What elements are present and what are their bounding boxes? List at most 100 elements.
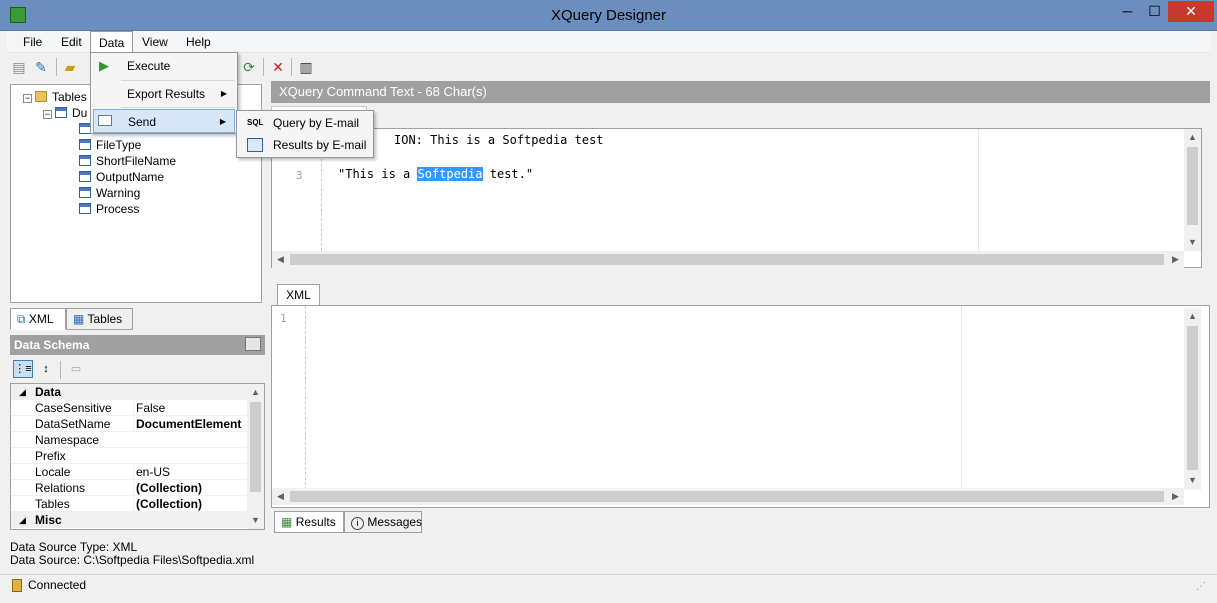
menu-help[interactable]: Help	[178, 31, 219, 53]
title-bar: XQuery Designer ─ ☐ ✕	[0, 0, 1217, 31]
tab-tables[interactable]: ▦ Tables	[66, 308, 133, 330]
collapse-icon[interactable]: −	[43, 110, 52, 119]
tab-result-xml[interactable]: XML	[277, 284, 320, 306]
scroll-left-icon[interactable]: ◀	[272, 251, 289, 268]
menu-item-export-results[interactable]: Export Results ▶	[93, 82, 235, 106]
close-button[interactable]: ✕	[1168, 1, 1214, 22]
vertical-scrollbar[interactable]: ▲ ▼	[247, 384, 264, 529]
menu-file[interactable]: File	[15, 31, 50, 53]
tab-xml[interactable]: ⧉ XML	[10, 308, 66, 330]
property-row[interactable]: DataSetName DocumentElement	[11, 416, 264, 432]
tree-column-label: ShortFileName	[96, 154, 177, 168]
property-name: Locale	[35, 465, 71, 479]
new-query-icon[interactable]: ▤	[10, 58, 28, 76]
menu-view[interactable]: View	[134, 31, 176, 53]
scroll-right-icon[interactable]: ▶	[1167, 251, 1184, 268]
delete-icon[interactable]: ✕	[269, 58, 287, 76]
tree-column-label: Process	[96, 202, 140, 216]
minimize-button[interactable]: ─	[1114, 1, 1141, 22]
scroll-thumb[interactable]	[1187, 326, 1198, 470]
property-row[interactable]: Namespace	[11, 432, 264, 448]
scroll-thumb[interactable]	[290, 491, 1164, 502]
menu-item-send[interactable]: Send ▶	[93, 109, 235, 133]
tab-results[interactable]: ▦ Results	[274, 511, 344, 533]
alphabetical-icon[interactable]: ↕	[36, 360, 56, 378]
property-name: Tables	[35, 497, 70, 511]
scroll-left-icon[interactable]: ◀	[272, 488, 289, 505]
property-row[interactable]: Tables (Collection)	[11, 496, 264, 512]
menu-edit[interactable]: Edit	[53, 31, 90, 53]
tree-column[interactable]: ShortFileName	[79, 153, 176, 169]
schema-options-icon[interactable]	[245, 337, 261, 351]
property-pages-icon[interactable]: ▭	[66, 360, 86, 378]
property-row[interactable]: Relations (Collection)	[11, 480, 264, 496]
resize-grip-icon[interactable]: ⋰	[1196, 581, 1206, 592]
menu-bar: File Edit Data View Help	[7, 31, 1210, 53]
property-grid[interactable]: ◢ Data CaseSensitive False DataSetName D…	[10, 383, 265, 530]
categorized-icon[interactable]: ⋮≡	[13, 360, 33, 378]
collapse-icon[interactable]: −	[23, 94, 32, 103]
scroll-thumb[interactable]	[1187, 147, 1198, 225]
property-value[interactable]: (Collection)	[133, 480, 245, 496]
code-line: "This is a Softpedia test."	[338, 167, 533, 181]
scroll-up-icon[interactable]: ▲	[247, 384, 264, 401]
tree-column-label: FileType	[96, 138, 142, 152]
editor-margin-line	[978, 129, 979, 251]
open-folder-icon[interactable]: ▰	[61, 58, 79, 76]
category-data[interactable]: ◢ Data	[11, 384, 264, 400]
tab-messages[interactable]: i Messages	[344, 511, 422, 533]
scroll-thumb[interactable]	[290, 254, 1164, 265]
vertical-scrollbar[interactable]: ▲ ▼	[1184, 129, 1201, 251]
tab-messages-label: Messages	[367, 515, 423, 529]
result-xml-viewer[interactable]: 1 ▲ ▼ ◀ ▶	[271, 305, 1210, 508]
tree-column[interactable]: Process	[79, 201, 139, 217]
code-line: ION: This is a Softpedia test	[394, 133, 604, 147]
property-row[interactable]: Locale en-US	[11, 464, 264, 480]
tab-xml-label: XML	[28, 312, 54, 326]
menu-item-execute[interactable]: ▶ Execute	[93, 54, 235, 78]
property-name: Relations	[35, 481, 86, 495]
menu-item-query-by-email[interactable]: SQL Query by E-mail	[239, 112, 371, 134]
collapse-icon[interactable]: ◢	[19, 384, 26, 400]
scroll-up-icon[interactable]: ▲	[1184, 308, 1201, 325]
property-value[interactable]: False	[133, 400, 245, 416]
schema-header: Data Schema	[10, 335, 265, 355]
menu-separator	[121, 80, 235, 81]
tree-column[interactable]: OutputName	[79, 169, 164, 185]
vertical-scrollbar[interactable]: ▲ ▼	[1184, 308, 1201, 490]
play-icon: ▶	[99, 58, 109, 73]
scroll-down-icon[interactable]: ▼	[1184, 472, 1201, 489]
collapse-icon[interactable]: ◢	[19, 512, 26, 528]
tree-root[interactable]: − Tables	[23, 89, 87, 105]
scroll-right-icon[interactable]: ▶	[1167, 488, 1184, 505]
property-value[interactable]: (Collection)	[133, 496, 245, 512]
scroll-thumb[interactable]	[250, 402, 261, 492]
info-icon: i	[351, 517, 364, 530]
schema-title: Data Schema	[14, 338, 90, 352]
connect-icon[interactable]: ✎	[32, 58, 50, 76]
scroll-down-icon[interactable]: ▼	[247, 512, 264, 529]
horizontal-scrollbar[interactable]: ◀ ▶	[272, 251, 1184, 268]
horizontal-scrollbar[interactable]: ◀ ▶	[272, 488, 1184, 505]
code-text: "This is a	[338, 167, 418, 181]
tree-table[interactable]: − Du	[43, 105, 87, 121]
window-title: XQuery Designer	[550, 7, 667, 24]
refresh-icon[interactable]: ⟳	[240, 58, 258, 76]
property-value[interactable]: DocumentElement	[133, 416, 245, 432]
menu-item-results-by-email[interactable]: Results by E-mail	[239, 134, 371, 156]
property-row[interactable]: CaseSensitive False	[11, 400, 264, 416]
tree-column[interactable]: FileType	[79, 137, 141, 153]
menu-data[interactable]: Data	[90, 31, 134, 53]
category-misc[interactable]: ◢ Misc	[11, 512, 264, 528]
property-value[interactable]: en-US	[133, 464, 245, 480]
submenu-arrow-icon: ▶	[220, 89, 227, 98]
scroll-up-icon[interactable]: ▲	[1184, 129, 1201, 146]
toolbar-separator	[291, 58, 292, 76]
query-editor[interactable]: 1 3 ION: This is a Softpedia test "This …	[271, 128, 1202, 268]
maximize-button[interactable]: ☐	[1141, 1, 1168, 22]
property-row[interactable]: Prefix	[11, 448, 264, 464]
scroll-down-icon[interactable]: ▼	[1184, 234, 1201, 251]
schema-tool-icon[interactable]: ▥	[297, 58, 315, 76]
tree-column[interactable]: Warning	[79, 185, 140, 201]
column-icon	[79, 155, 91, 166]
